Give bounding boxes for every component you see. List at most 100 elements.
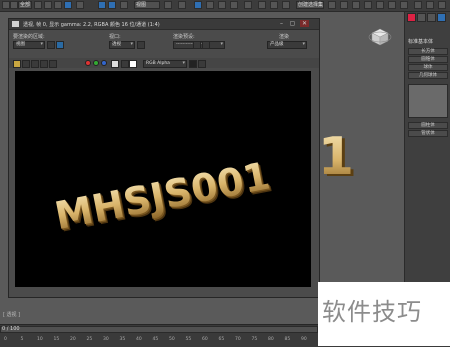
mirror-icon[interactable] [270,1,278,9]
help-icon[interactable] [438,1,446,9]
render-canvas[interactable]: MHSJS001 MHSJS001 MHSJS001 [15,71,311,287]
align-icon[interactable] [282,1,290,9]
monochrome-toggle[interactable] [121,60,129,68]
layer-icon[interactable] [328,1,336,9]
graph-editor-icon[interactable] [340,1,348,9]
angle-snap-icon[interactable] [218,1,226,9]
timeline-tick-label: 55 [185,337,192,342]
select-object-icon[interactable] [34,1,42,9]
area-to-render-label: 要渲染的区域: [13,34,45,40]
undo-icon[interactable] [2,1,10,9]
viewcube-icon[interactable] [368,24,392,48]
create-tab-icon[interactable] [407,13,416,22]
primitive-box-button[interactable]: 长方体 [408,48,448,55]
edit-named-sel-icon[interactable] [258,1,266,9]
main-toolbar: 全部 视图 创建选择集 [0,0,450,12]
swatch-icon[interactable] [129,60,137,68]
modify-tab-icon[interactable] [417,13,426,22]
maximize-button[interactable]: ▢ [288,20,297,27]
green-channel-toggle[interactable] [93,60,99,66]
render-production-icon[interactable] [400,1,408,9]
auto-region-checkbox[interactable] [56,41,64,49]
primitive-sphere-button[interactable]: 球体 [408,64,448,71]
snap-toggle-icon[interactable] [206,1,214,9]
a360-icon[interactable] [414,1,422,9]
clone-window-icon[interactable] [31,60,39,68]
named-selection-dropdown[interactable]: 创建选择集 [296,1,324,9]
primitive-cone-button[interactable]: 圆锥体 [408,56,448,63]
place-icon[interactable] [120,1,128,9]
timeline-tick-label: 80 [268,337,274,342]
edit-region-icon[interactable] [47,41,55,49]
print-image-icon[interactable] [40,60,48,68]
spinner-snap-icon[interactable] [244,1,252,9]
timeline-ruler[interactable]: 0 5 10 15 20 25 30 35 40 45 50 55 60 65 70 75 80 85 90 [0,336,318,346]
timeline-tick-label: 15 [53,337,60,342]
select-scale-icon[interactable] [108,1,116,9]
teapot-icon [12,21,19,27]
pivot-center-icon[interactable] [164,1,172,9]
select-by-name-icon[interactable] [44,1,52,9]
rendered-3d-text-image: MHSJS001 MHSJS001 MHSJS001 [51,153,276,240]
timeline-tick-label: 50 [169,337,175,342]
background-swatch[interactable] [189,60,197,68]
percent-snap-icon[interactable] [230,1,238,9]
timeline-tick-label: 70 [235,337,241,342]
render-preset-label: 渲染预设: [173,34,195,40]
timeline-tick-label: 85 [284,337,291,342]
save-image-icon[interactable] [13,60,21,68]
time-slider[interactable] [0,326,318,333]
blue-channel-toggle[interactable] [101,60,107,66]
material-editor-icon[interactable] [364,1,372,9]
primitive-geosphere-button[interactable]: 几何球体 [408,72,448,79]
primitive-tube-button[interactable]: 管状体 [408,130,448,137]
clear-image-icon[interactable] [49,60,57,68]
rendered-frame-icon[interactable] [388,1,396,9]
workspace-icon[interactable] [426,1,434,9]
object-type-header[interactable]: 标准基本体 [408,38,433,45]
render-window-titlebar[interactable]: 透视, 帧 0, 显示 gamma: 2.2, RGBA 颜色 16 位/通道 … [9,19,319,30]
render-label: 渲染 [279,34,290,40]
select-move-icon[interactable] [76,1,84,9]
render-setup-icon[interactable] [376,1,384,9]
modifier-stack-preview[interactable] [408,84,448,118]
watermark-text: 软件技巧 [322,298,422,326]
channel-display-dropdown[interactable]: RGB Alpha [143,60,187,68]
timeline-tick-label: 25 [86,337,93,342]
viewport-label-field: 视口: [109,34,121,40]
rendered-frame-window: 透视, 帧 0, 显示 gamma: 2.2, RGBA 颜色 16 位/通道 … [8,18,320,298]
motion-tab-icon[interactable] [437,13,446,22]
select-manipulate-icon[interactable] [178,1,186,9]
alpha-channel-toggle[interactable] [111,60,119,68]
timeline-tick-label: 90 [301,337,307,342]
render-type-dropdown[interactable]: 产品级 [267,41,307,49]
primitive-cylinder-button[interactable]: 圆柱体 [408,122,448,129]
keyboard-shortcut-icon[interactable] [194,1,202,9]
timeline-tick-label: 40 [136,337,142,342]
area-to-render-dropdown[interactable]: 视图 [13,41,45,49]
reference-coordinate-dropdown[interactable]: 视图 [134,1,160,9]
close-button[interactable]: ✕ [300,20,309,27]
selection-filter-dropdown[interactable]: 全部 [18,1,32,9]
timeline-tick-label: 10 [37,337,43,342]
copy-image-icon[interactable] [22,60,30,68]
hierarchy-tab-icon[interactable] [427,13,436,22]
redo-icon[interactable] [10,1,18,9]
viewport-label[interactable]: [ 透视 ] [3,311,20,318]
timeline-tick-label: 20 [70,337,76,342]
environment-icon[interactable] [202,41,210,49]
lock-viewport-icon[interactable] [137,41,145,49]
window-crossing-icon[interactable] [64,1,72,9]
toggle-ui-icon[interactable] [198,60,206,68]
rect-select-icon[interactable] [54,1,62,9]
schematic-icon[interactable] [352,1,360,9]
render-setup-small-icon[interactable] [193,41,201,49]
command-panel: 标准基本体 长方体 圆锥体 球体 几何球体 圆柱体 管状体 [404,12,450,324]
timeline-tick-label: 0 [4,337,7,342]
red-channel-toggle[interactable] [85,60,91,66]
viewport-dropdown[interactable]: 透视 [109,41,135,49]
channel-toolbar: RGB Alpha [9,58,319,68]
render-text-face: MHSJS001 [51,153,273,238]
minimize-button[interactable]: – [277,20,286,27]
select-rotate-icon[interactable] [98,1,106,9]
